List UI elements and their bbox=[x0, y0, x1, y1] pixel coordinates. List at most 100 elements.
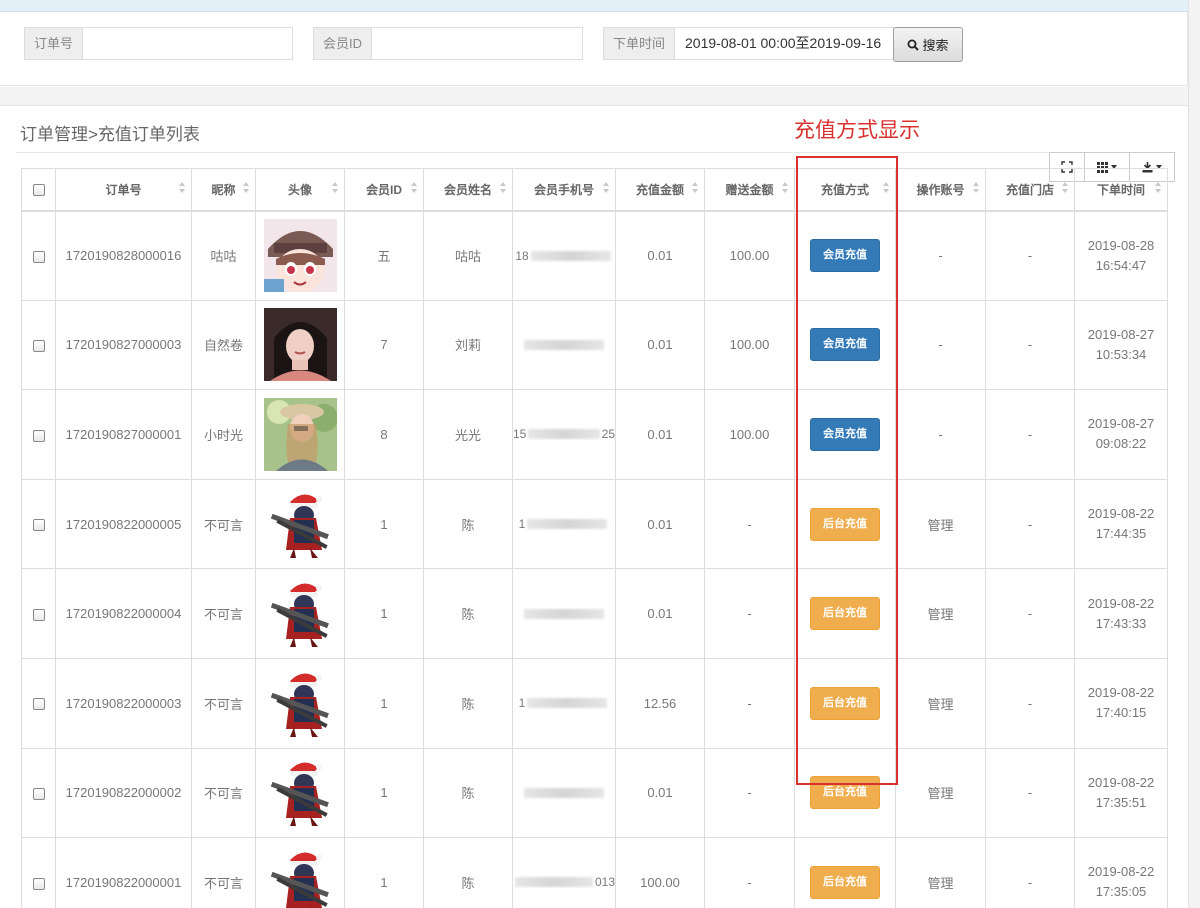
column-header[interactable]: 操作账号 bbox=[895, 168, 986, 212]
phone-cell: 15 25 bbox=[512, 389, 616, 480]
santa-gunner-avatar bbox=[264, 577, 337, 650]
nickname-cell: 不可言 bbox=[191, 837, 256, 908]
member-id-cell: 1 bbox=[344, 837, 424, 908]
sort-icon bbox=[1155, 182, 1161, 193]
search-icon bbox=[907, 39, 920, 51]
phone-cell: 18 bbox=[512, 210, 616, 301]
order-time: 17:40:15 bbox=[1095, 705, 1147, 721]
row-checkbox[interactable] bbox=[32, 339, 45, 352]
phone-redacted bbox=[530, 250, 611, 261]
avatar-cell bbox=[255, 568, 345, 659]
scrollbar-track[interactable] bbox=[1188, 0, 1200, 908]
column-header[interactable]: 昵称 bbox=[191, 168, 256, 212]
phone-cell bbox=[512, 299, 616, 391]
nickname-cell: 不可言 bbox=[191, 747, 256, 839]
annotation-label: 充值方式显示 bbox=[794, 118, 920, 142]
sort-icon bbox=[1062, 182, 1068, 193]
column-header[interactable]: 会员ID bbox=[344, 168, 424, 212]
order-date: 2019-08-22 bbox=[1087, 506, 1155, 522]
column-header[interactable]: 赠送金额 bbox=[704, 168, 795, 212]
phone-redacted bbox=[528, 429, 600, 440]
method-cell: 会员充值 bbox=[794, 210, 896, 301]
member-id-cell: 1 bbox=[344, 747, 424, 839]
column-header[interactable]: 充值门店 bbox=[985, 168, 1075, 212]
order-time-cell: 2019-08-22 17:44:35 bbox=[1074, 478, 1168, 570]
row-checkbox[interactable] bbox=[32, 877, 45, 890]
amount-cell: 0.01 bbox=[615, 389, 705, 480]
order-time: 17:44:35 bbox=[1095, 526, 1147, 542]
bonus-cell: - bbox=[704, 568, 795, 659]
sort-icon bbox=[973, 182, 979, 193]
search-button[interactable]: 搜索 bbox=[893, 27, 963, 62]
phone-redacted bbox=[524, 608, 604, 619]
column-header[interactable]: 下单时间 bbox=[1074, 168, 1168, 212]
order-time-cell: 2019-08-22 17:43:33 bbox=[1074, 568, 1168, 659]
breadcrumb-divider bbox=[16, 152, 1172, 153]
table-row: 1720190822000005 不可言 1 陈 1 0.01- 后台充值 管理 -2019-0… bbox=[21, 478, 1168, 570]
store-cell: - bbox=[985, 210, 1075, 301]
select-all-checkbox[interactable] bbox=[32, 184, 45, 197]
sort-icon bbox=[603, 182, 609, 193]
method-cell: 后台充值 bbox=[794, 657, 896, 749]
row-checkbox[interactable] bbox=[32, 250, 45, 263]
column-header[interactable]: 头像 bbox=[255, 168, 345, 212]
row-select-cell bbox=[21, 657, 56, 749]
row-select-cell bbox=[21, 568, 56, 659]
avatar-cell bbox=[255, 657, 345, 749]
operator-cell: - bbox=[895, 210, 986, 301]
operator-cell: 管理 bbox=[895, 747, 986, 839]
column-header[interactable]: 会员姓名 bbox=[423, 168, 513, 212]
member-id-cell: 1 bbox=[344, 478, 424, 570]
phone-cell: 013 bbox=[512, 837, 616, 908]
santa-gunner-avatar bbox=[264, 756, 337, 829]
search-button-label: 搜索 bbox=[922, 38, 949, 53]
amount-cell: 0.01 bbox=[615, 299, 705, 391]
method-cell: 后台充值 bbox=[794, 568, 896, 659]
phone-cell bbox=[512, 747, 616, 839]
order-date: 2019-08-22 bbox=[1087, 774, 1155, 790]
row-checkbox[interactable] bbox=[32, 787, 45, 800]
store-cell: - bbox=[985, 837, 1075, 908]
order-no-cell: 1720190822000001 bbox=[55, 837, 192, 908]
member-id-cell: 1 bbox=[344, 657, 424, 749]
order-time: 17:43:33 bbox=[1095, 615, 1147, 631]
table-row: 1720190827000001 小时光 8 光光 15 25 0.01 100.00 会员充值… bbox=[21, 389, 1168, 480]
row-checkbox[interactable] bbox=[32, 429, 45, 442]
table-row: 1720190822000004 不可言 1 陈 0.01- 后台充值 管理 -2019-08… bbox=[21, 568, 1168, 659]
time-range-input[interactable]: 2019-08-01 00:00至2019-09-16 bbox=[675, 28, 893, 59]
phone-redacted bbox=[524, 339, 604, 350]
column-header[interactable]: 订单号 bbox=[55, 168, 192, 212]
column-header[interactable]: 充值金额 bbox=[615, 168, 705, 212]
column-header[interactable]: 充值方式 bbox=[794, 168, 896, 212]
row-select-cell bbox=[21, 747, 56, 839]
avatar-cell bbox=[255, 210, 345, 301]
table-row: 1720190828000016 咕咕五咕咕 18 0.01 100.00 会员充值 - -2… bbox=[21, 210, 1168, 301]
order-no-input[interactable] bbox=[83, 28, 292, 59]
avatar-cell bbox=[255, 747, 345, 839]
method-cell: 后台充值 bbox=[794, 478, 896, 570]
amount-cell: 0.01 bbox=[615, 210, 705, 301]
phone-prefix: 18 bbox=[515, 248, 529, 263]
member-id-cell: 8 bbox=[344, 389, 424, 480]
phone-redacted bbox=[527, 698, 608, 709]
row-checkbox[interactable] bbox=[32, 698, 45, 711]
top-strip bbox=[0, 0, 1200, 12]
order-date: 2019-08-22 bbox=[1087, 595, 1155, 611]
anime-girl-avatar bbox=[264, 219, 337, 292]
member-name-cell: 陈 bbox=[423, 657, 513, 749]
member-id-input[interactable] bbox=[372, 28, 582, 59]
phone-prefix: 1 bbox=[518, 696, 526, 711]
row-select-cell bbox=[21, 210, 56, 301]
recharge-method-badge: 后台充值 bbox=[810, 507, 880, 541]
order-time: 17:35:05 bbox=[1095, 884, 1147, 900]
recharge-method-badge: 后台充值 bbox=[810, 776, 880, 810]
recharge-method-badge: 会员充值 bbox=[810, 328, 880, 362]
column-header[interactable]: 会员手机号 bbox=[512, 168, 616, 212]
row-checkbox[interactable] bbox=[32, 608, 45, 621]
order-no-cell: 1720190822000003 bbox=[55, 657, 192, 749]
recharge-method-badge: 会员充值 bbox=[810, 239, 880, 273]
phone-suffix: 25 bbox=[601, 427, 615, 442]
girl-hat-photo-avatar bbox=[264, 398, 337, 471]
row-checkbox[interactable] bbox=[32, 519, 45, 532]
order-no-label: 订单号 bbox=[25, 28, 84, 59]
